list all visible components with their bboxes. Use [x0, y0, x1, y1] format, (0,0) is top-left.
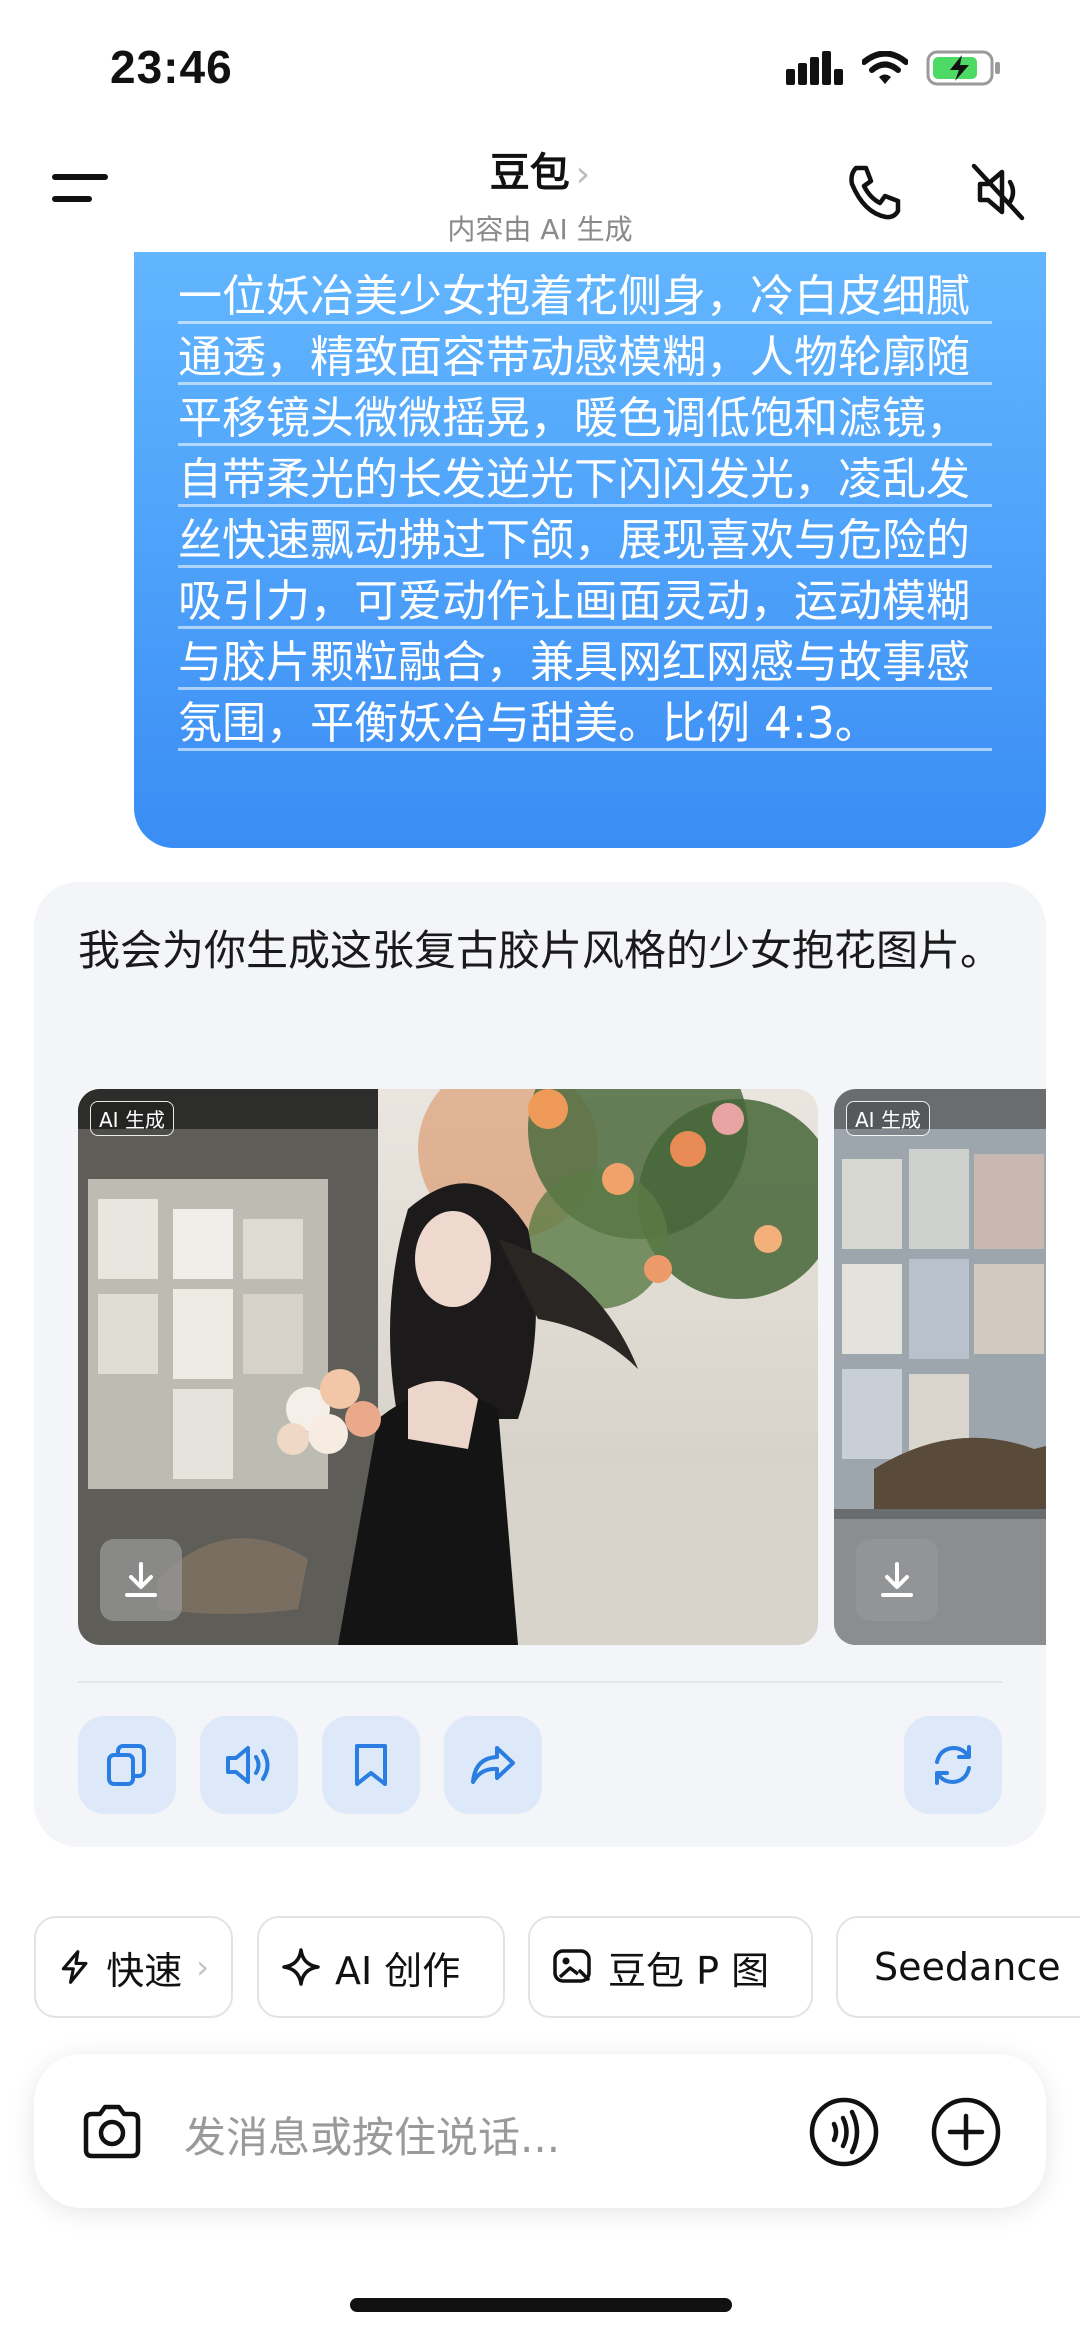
generated-image-1[interactable]: AI 生成: [78, 1089, 818, 1645]
assistant-message-text: 我会为你生成这张复古胶片风格的少女抱花图片。: [78, 926, 1003, 975]
chip-ai-create[interactable]: AI 创作: [257, 1916, 505, 2018]
chip-label: 快速: [106, 1948, 183, 1993]
chevron-right-icon: ›: [196, 1948, 209, 1986]
ai-generated-tag: AI 生成: [846, 1101, 930, 1136]
camera-icon[interactable]: [76, 2096, 148, 2168]
battery-charging-icon: [926, 50, 1000, 86]
generated-image-2[interactable]: AI 生成: [834, 1089, 1046, 1645]
regenerate-button[interactable]: [904, 1716, 1002, 1814]
image-edit-icon: [553, 1949, 591, 1983]
chip-fast[interactable]: 快速 ›: [34, 1916, 233, 2018]
speaker-icon: [226, 1746, 270, 1784]
download-icon[interactable]: [100, 1539, 182, 1621]
voice-wave-icon[interactable]: [808, 2096, 880, 2168]
message-input-bar[interactable]: 发消息或按住说话...: [34, 2054, 1046, 2208]
divider: [78, 1681, 1002, 1683]
phone-icon[interactable]: [842, 160, 906, 224]
speaker-muted-icon[interactable]: [966, 160, 1030, 224]
wifi-icon: [862, 51, 908, 84]
assistant-message-card: 我会为你生成这张复古胶片风格的少女抱花图片。 AI 生成 AI 生成: [34, 882, 1046, 1847]
signal-icon: [786, 51, 843, 85]
status-time: 23:46: [110, 41, 233, 93]
copy-icon: [107, 1744, 146, 1786]
message-input[interactable]: 发消息或按住说话...: [184, 2104, 560, 2165]
user-message-text: 一位妖冶美少女抱着花侧身，冷白皮细腻通透，精致面容带动感模糊，人物轮廓随平移镜头…: [178, 266, 992, 754]
chat-header[interactable]: 豆包 › 内容由 AI 生成: [0, 140, 1080, 248]
copy-button[interactable]: [78, 1716, 176, 1814]
chip-image-edit[interactable]: 豆包 P 图: [528, 1916, 813, 2018]
share-icon: [471, 1746, 515, 1784]
chip-label: AI 创作: [335, 1948, 461, 1993]
share-button[interactable]: [444, 1716, 542, 1814]
read-aloud-button[interactable]: [200, 1716, 298, 1814]
sparkle-icon: [282, 1948, 320, 1986]
regenerate-icon: [935, 1745, 971, 1785]
chip-seedance[interactable]: Seedance: [836, 1916, 1080, 2018]
home-indicator: [350, 2298, 732, 2312]
status-icons: [786, 50, 1002, 86]
download-icon[interactable]: [856, 1539, 938, 1621]
user-message-bubble[interactable]: 一位妖冶美少女抱着花侧身，冷白皮细腻通透，精致面容带动感模糊，人物轮廓随平移镜头…: [134, 252, 1046, 848]
chip-label: Seedance: [874, 1945, 1061, 1989]
chip-label: 豆包 P 图: [608, 1948, 770, 1993]
bookmark-icon: [355, 1744, 387, 1786]
chevron-right-icon: ›: [575, 154, 591, 195]
chat-screen: 23:46 豆包 › 内容由 AI 生成 一位妖冶美少女抱着花侧身，冷白皮细腻通…: [0, 0, 1080, 2337]
bookmark-button[interactable]: [322, 1716, 420, 1814]
plus-icon[interactable]: [930, 2096, 1002, 2168]
page-title: 豆包: [489, 150, 570, 196]
header-subtitle: 内容由 AI 生成: [447, 213, 633, 246]
ai-generated-tag: AI 生成: [90, 1101, 174, 1136]
lightning-icon: [61, 1950, 88, 1984]
